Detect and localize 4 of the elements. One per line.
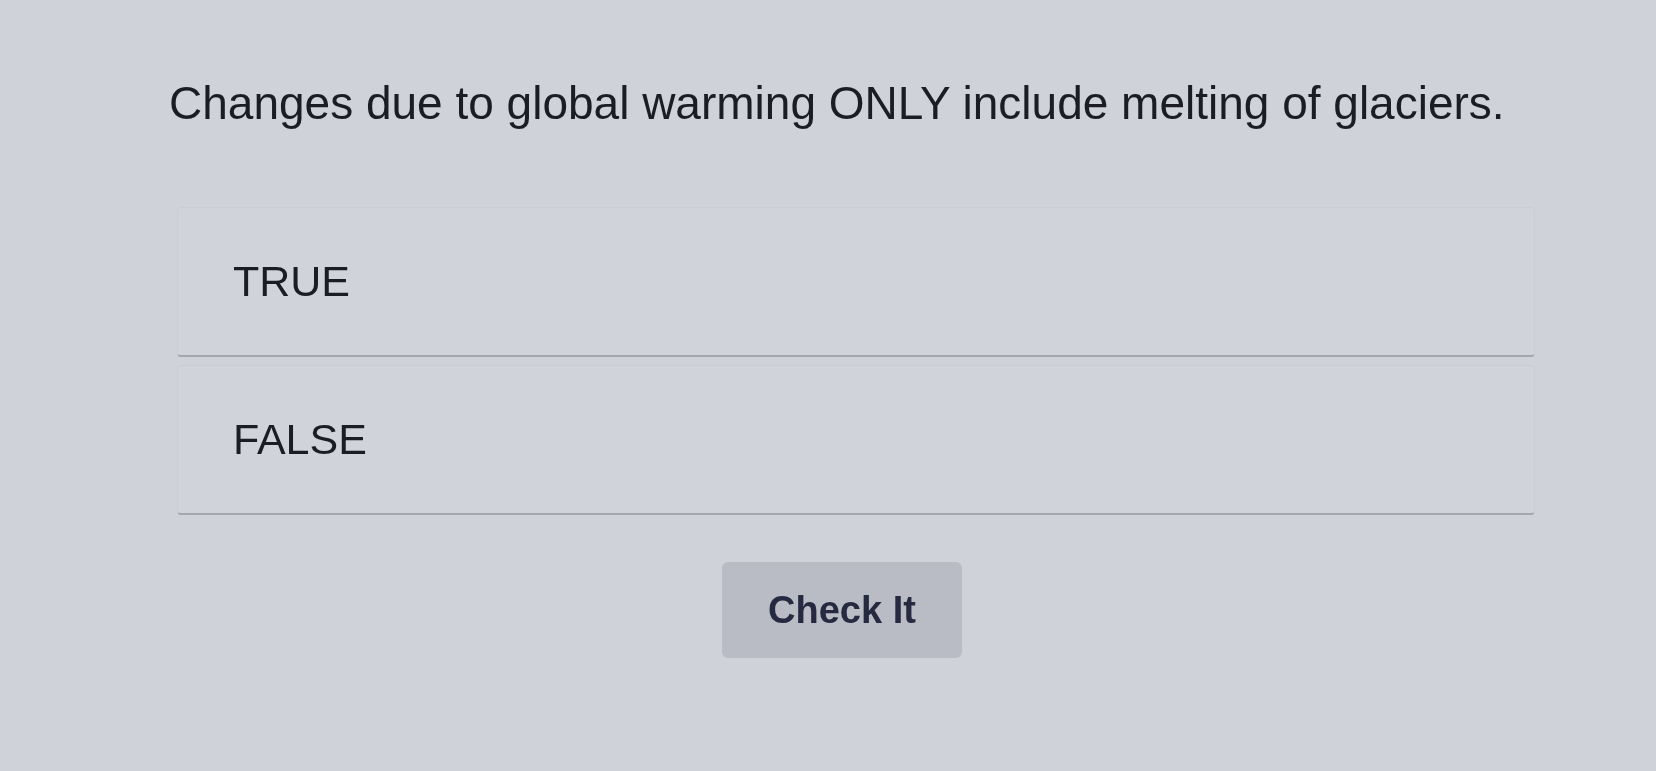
question-text: Changes due to global warming ONLY include melting of glaciers. [169,77,1505,129]
answer-option[interactable]: TRUE [177,207,1535,357]
check-it-button[interactable]: Check It [722,562,962,658]
answer-option[interactable]: FALSE [177,365,1535,515]
